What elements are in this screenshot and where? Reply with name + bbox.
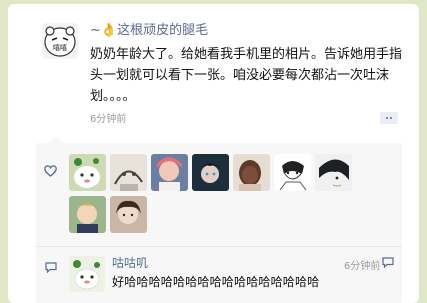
- liker-avatar[interactable]: [192, 154, 229, 191]
- liker-avatar[interactable]: [274, 154, 311, 191]
- commenter-name[interactable]: 咕咕叽: [112, 254, 148, 271]
- liker-avatar[interactable]: [315, 154, 352, 191]
- commenter-avatar[interactable]: [69, 256, 105, 292]
- comment-text: 好哈哈哈哈哈哈哈哈哈哈哈哈哈哈哈哈: [112, 275, 320, 289]
- liker-avatar[interactable]: [233, 154, 270, 191]
- avatar-caption: 嘻嘻: [53, 43, 67, 52]
- liker-avatar[interactable]: [69, 154, 106, 191]
- reply-icon[interactable]: [382, 257, 394, 268]
- post-timestamp: 6分钟前: [90, 114, 127, 125]
- liker-avatar[interactable]: [69, 196, 106, 233]
- liker-avatar[interactable]: [110, 196, 147, 233]
- more-dot: [386, 117, 388, 119]
- heart-icon: [44, 165, 57, 177]
- comment-bubble-icon: [45, 262, 57, 273]
- post-content: 奶奶年龄大了。给她看我手机里的相片。告诉她用手指头一划就可以看下一张。咱没必要每…: [90, 47, 403, 104]
- author-avatar[interactable]: 嘻嘻: [42, 23, 78, 59]
- liker-avatar[interactable]: [151, 154, 188, 191]
- author-row: ~👌这根顽皮的腿毛: [90, 19, 208, 38]
- author-name[interactable]: ~👌这根顽皮的腿毛: [90, 19, 208, 38]
- liker-avatar[interactable]: [110, 154, 147, 191]
- comment-timestamp: 6分钟前: [344, 261, 381, 272]
- interaction-panel: 咕咕叽 6分钟前 好哈哈哈哈哈哈哈哈哈哈哈哈哈哈哈哈: [36, 137, 402, 303]
- more-options-icon[interactable]: [380, 112, 398, 124]
- more-dot: [390, 117, 392, 119]
- panel-divider: [36, 246, 402, 247]
- meme-face-icon: 嘻嘻: [42, 23, 78, 59]
- moments-post-card: 嘻嘻 ~👌这根顽皮的腿毛 奶奶年龄大了。给她看我手机里的相片。告诉她用手指头一划…: [8, 4, 419, 303]
